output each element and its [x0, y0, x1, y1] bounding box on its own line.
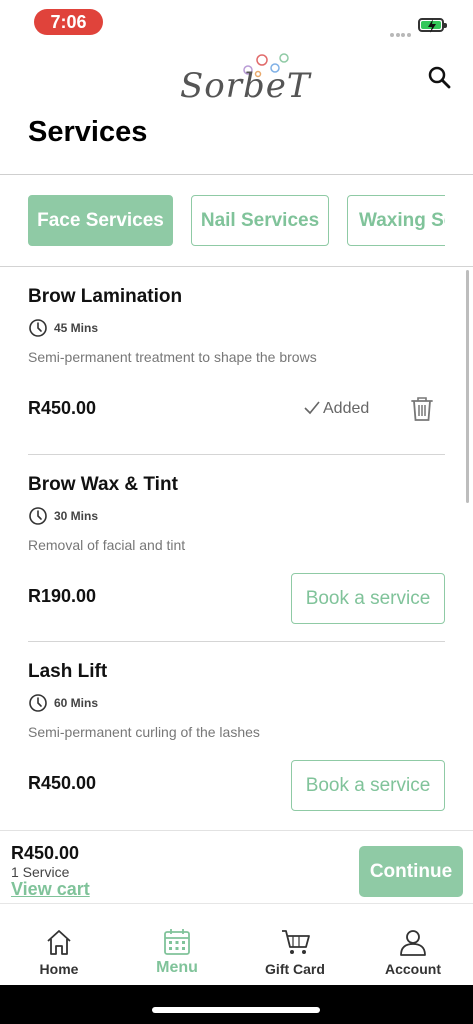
search-button[interactable] — [426, 64, 454, 92]
search-icon — [428, 66, 451, 89]
book-service-button[interactable]: Book a service — [291, 573, 445, 624]
divider — [28, 454, 445, 455]
tab-waxing-services[interactable]: Waxing Se — [347, 195, 445, 246]
signal-icon — [390, 24, 412, 37]
home-icon — [47, 930, 71, 955]
service-item: Lash Lift 60 Mins Semi-permanent curling… — [28, 661, 445, 811]
clock-icon — [29, 507, 47, 525]
tab-face-services[interactable]: Face Services — [28, 195, 173, 246]
remove-button[interactable] — [410, 396, 434, 422]
check-icon — [304, 401, 320, 415]
service-description: Semi-permanent treatment to shape the br… — [28, 349, 317, 365]
added-status: Added — [304, 400, 369, 418]
service-description: Semi-permanent curling of the lashes — [28, 724, 260, 740]
service-price: R190.00 — [28, 586, 97, 606]
calendar-icon — [164, 929, 190, 955]
service-price: R450.00 — [28, 398, 97, 418]
divider — [28, 641, 445, 642]
status-bar: 7:06 — [0, 0, 473, 46]
brand-logo: SorbeT — [180, 52, 310, 106]
duration-text: 30 Mins — [54, 509, 99, 523]
trash-icon — [411, 397, 433, 421]
continue-button[interactable]: Continue — [359, 846, 463, 897]
service-price: R450.00 — [28, 773, 97, 793]
clock-icon — [29, 319, 47, 337]
tab-nail-services[interactable]: Nail Services — [191, 195, 329, 246]
category-tabs: Face Services Nail Services Waxing Se — [28, 195, 445, 246]
clock-icon — [29, 694, 47, 712]
status-time: 7:06 — [34, 9, 103, 35]
scrollbar[interactable] — [466, 270, 469, 503]
service-description: Removal of facial and tint — [28, 537, 186, 553]
added-label: Added — [323, 400, 370, 417]
view-cart-link[interactable]: View cart — [11, 879, 90, 900]
service-name: Brow Lamination — [28, 286, 183, 307]
home-indicator[interactable] — [152, 1007, 320, 1013]
page-title: Services — [28, 116, 148, 148]
service-item: Brow Wax & Tint 30 Mins Removal of facia… — [28, 474, 445, 624]
bottom-nav: Home Menu Gift Card Account — [0, 903, 473, 985]
cart-icon — [282, 930, 310, 954]
battery-icon — [418, 18, 447, 33]
cart-summary-bar: R450.00 1 Service View cart Continue — [0, 830, 473, 902]
service-name: Brow Wax & Tint — [28, 474, 178, 495]
divider — [0, 266, 473, 267]
user-icon — [400, 930, 426, 956]
service-name: Lash Lift — [28, 661, 108, 682]
nav-label: Account — [385, 961, 441, 977]
service-item: Brow Lamination 45 Mins Semi-permanent t… — [28, 286, 445, 436]
system-bar — [0, 985, 473, 1024]
duration-text: 60 Mins — [54, 696, 99, 710]
nav-home[interactable]: Home — [0, 904, 118, 986]
nav-label: Menu — [156, 959, 198, 976]
nav-account[interactable]: Account — [354, 904, 472, 986]
book-service-button[interactable]: Book a service — [291, 760, 445, 811]
nav-gift-card[interactable]: Gift Card — [236, 904, 354, 986]
brand-name: SorbeT — [180, 66, 311, 106]
cart-count: 1 Service — [11, 864, 70, 880]
divider — [0, 174, 473, 175]
nav-label: Gift Card — [265, 961, 325, 977]
cart-total: R450.00 — [11, 843, 80, 863]
nav-menu[interactable]: Menu — [118, 904, 236, 986]
nav-label: Home — [39, 961, 79, 977]
duration-text: 45 Mins — [54, 321, 99, 335]
